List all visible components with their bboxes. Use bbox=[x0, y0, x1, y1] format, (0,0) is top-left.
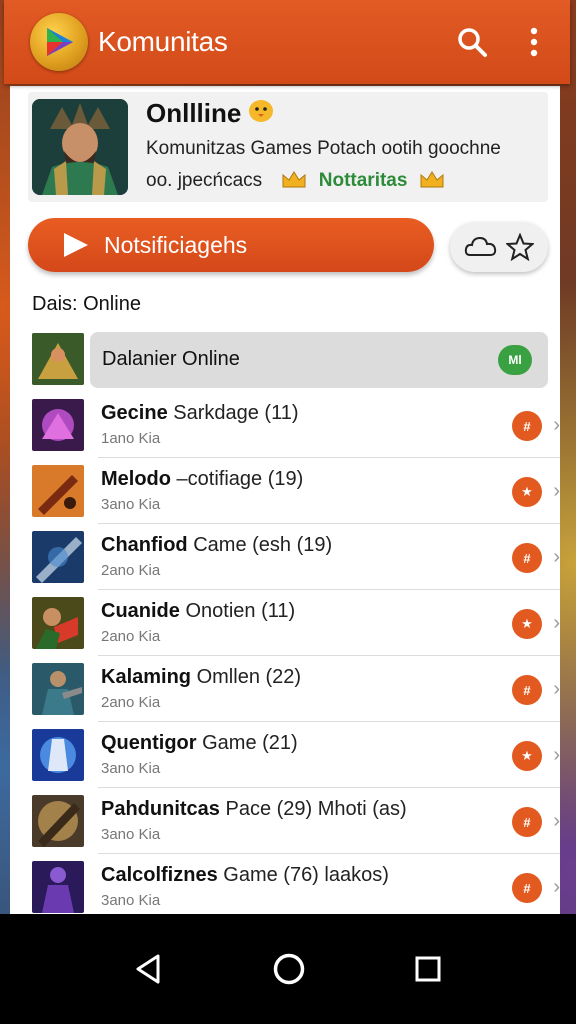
game-title-rest: Sarkdage (11) bbox=[167, 402, 299, 424]
game-thumbnail bbox=[32, 531, 84, 583]
chevron-right-icon: › bbox=[553, 744, 560, 766]
profile-description: Komunitzas Games Potach ootih goochne bbox=[146, 138, 501, 159]
chevron-right-icon: › bbox=[553, 678, 560, 700]
game-subtitle: 3ano Kia bbox=[101, 826, 161, 843]
game-title: Kalaming bbox=[101, 666, 192, 688]
profile-card[interactable]: Onllline Komunitzas Games Potach ootih g… bbox=[28, 92, 548, 202]
game-thumbnail bbox=[32, 861, 84, 913]
play-icon bbox=[64, 233, 88, 257]
notifications-label: Notsificiagehs bbox=[104, 231, 248, 258]
status-badge: ★ bbox=[512, 609, 542, 639]
game-thumbnail bbox=[32, 333, 84, 385]
share-favorite-button[interactable] bbox=[450, 222, 548, 272]
chevron-right-icon: › bbox=[553, 546, 560, 568]
chevron-right-icon: › bbox=[553, 414, 560, 436]
chevron-right-icon: › bbox=[553, 612, 560, 634]
game-title: Melodo bbox=[101, 468, 171, 490]
highlight-title: Dalanier Online bbox=[102, 348, 240, 370]
game-thumbnail bbox=[32, 597, 84, 649]
status-badge: ★ bbox=[512, 477, 542, 507]
game-title-rest: Omllen (22) bbox=[191, 666, 302, 688]
app-bar: Komunitas bbox=[4, 0, 570, 84]
game-title: Gecine bbox=[101, 402, 168, 424]
list-item[interactable]: Pahdunitcas Pace (29) Mhoti (as) 3ano Ki… bbox=[10, 788, 560, 854]
more-vert-icon[interactable] bbox=[512, 20, 556, 64]
list-item[interactable]: Kalaming Omllen (22) 2ano Kia # › bbox=[10, 656, 560, 722]
crown-icon bbox=[419, 169, 445, 197]
star-icon bbox=[506, 233, 534, 261]
status-badge: # bbox=[512, 411, 542, 441]
status-badge: # bbox=[512, 807, 542, 837]
search-icon[interactable] bbox=[450, 20, 494, 64]
game-subtitle: 3ano Kia bbox=[101, 496, 161, 513]
status-badge: # bbox=[512, 873, 542, 903]
status-badge: # bbox=[512, 543, 542, 573]
profile-avatar bbox=[32, 99, 128, 195]
online-badge: Ml bbox=[498, 345, 532, 375]
crown-icon bbox=[281, 169, 307, 197]
game-list: Dalanier Online Ml Gecine Sarkdage (11) … bbox=[10, 326, 560, 920]
game-subtitle: 2ano Kia bbox=[101, 562, 161, 579]
back-icon[interactable] bbox=[134, 953, 164, 985]
game-thumbnail bbox=[32, 465, 84, 517]
section-label: Dais: Online bbox=[32, 293, 141, 315]
game-thumbnail bbox=[32, 399, 84, 451]
list-item[interactable]: Calcolfiznes Game (76) laakos) 3ano Kia … bbox=[10, 854, 560, 920]
game-title: Calcolfiznes bbox=[101, 864, 218, 886]
cloud-icon bbox=[464, 236, 497, 256]
notifications-button[interactable]: Notsificiagehs bbox=[28, 218, 434, 272]
game-thumbnail bbox=[32, 729, 84, 781]
game-title-rest: Onotien (11) bbox=[179, 600, 296, 622]
list-item[interactable]: Gecine Sarkdage (11) 1ano Kia # › bbox=[10, 392, 560, 458]
game-title: Cuanide bbox=[101, 600, 180, 622]
game-subtitle: 2ano Kia bbox=[101, 628, 161, 645]
chick-emoji-icon bbox=[247, 97, 275, 130]
main-panel: Onllline Komunitzas Games Potach ootih g… bbox=[10, 86, 560, 920]
home-icon[interactable] bbox=[272, 952, 306, 986]
status-badge: ★ bbox=[512, 741, 542, 771]
game-title: Pahdunitcas bbox=[101, 798, 220, 820]
chevron-right-icon: › bbox=[553, 876, 560, 898]
profile-tag: Nottaritas bbox=[318, 170, 408, 191]
list-item[interactable]: Quentigor Game (21) 3ano Kia ★ › bbox=[10, 722, 560, 788]
list-item[interactable]: Chanfiod Came (esh (19) 2ano Kia # › bbox=[10, 524, 560, 590]
game-subtitle: 3ano Kia bbox=[101, 760, 161, 777]
game-title: Chanfiod bbox=[101, 534, 188, 556]
system-nav-bar bbox=[0, 914, 576, 1024]
list-item[interactable]: Melodo –cotifiage (19) 3ano Kia ★ › bbox=[10, 458, 560, 524]
game-title-rest: Pace (29) Mhoti (as) bbox=[219, 798, 407, 820]
game-title: Quentigor bbox=[101, 732, 197, 754]
status-badge: # bbox=[512, 675, 542, 705]
profile-description-2: oo. jpecńcacs bbox=[146, 170, 263, 191]
list-item[interactable]: Cuanide Onotien (11) 2ano Kia ★ › bbox=[10, 590, 560, 656]
play-logo-icon[interactable] bbox=[30, 13, 88, 71]
game-title-rest: Game (21) bbox=[196, 732, 298, 754]
chevron-right-icon: › bbox=[553, 480, 560, 502]
game-title-rest: –cotifiage (19) bbox=[171, 468, 304, 490]
game-thumbnail bbox=[32, 795, 84, 847]
game-title-rest: Game (76) laakos) bbox=[217, 864, 389, 886]
app-title: Komunitas bbox=[98, 26, 228, 57]
game-subtitle: 1ano Kia bbox=[101, 430, 161, 447]
game-title-rest: Came (esh (19) bbox=[187, 534, 333, 556]
recents-icon[interactable] bbox=[414, 955, 442, 983]
game-subtitle: 2ano Kia bbox=[101, 694, 161, 711]
game-subtitle: 3ano Kia bbox=[101, 892, 161, 909]
chevron-right-icon: › bbox=[553, 810, 560, 832]
profile-title: Onllline bbox=[146, 98, 242, 128]
list-item-highlighted[interactable]: Dalanier Online Ml bbox=[10, 326, 560, 392]
game-thumbnail bbox=[32, 663, 84, 715]
